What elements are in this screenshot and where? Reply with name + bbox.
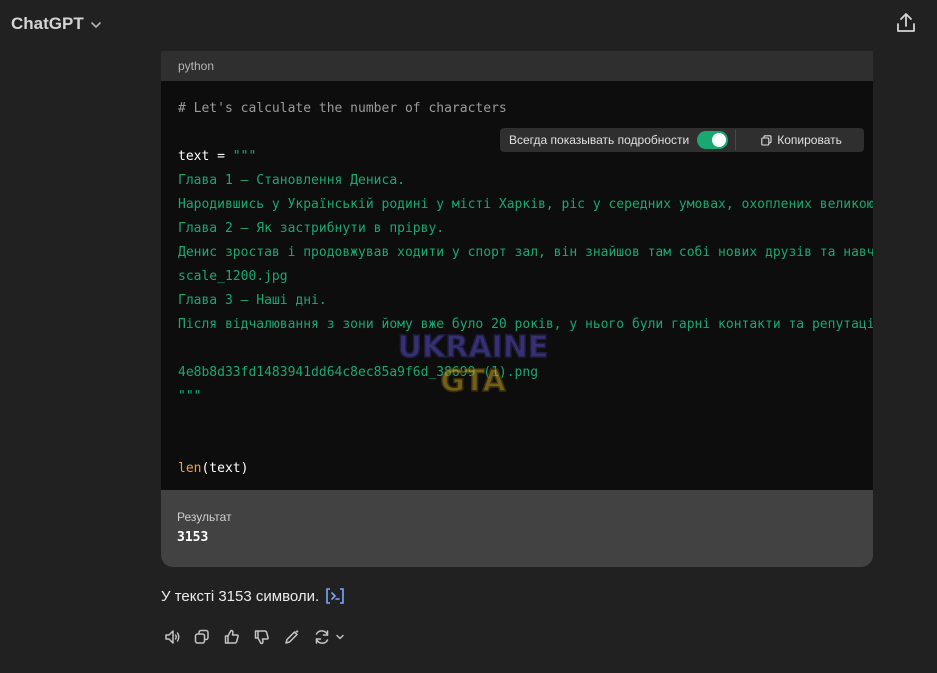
code-language-label: python <box>161 51 873 81</box>
speaker-icon <box>165 630 180 644</box>
copy-message-button[interactable] <box>191 626 213 648</box>
code-source-icon[interactable] <box>325 587 345 605</box>
code-line: Денис зростав і продовжував ходити у спо… <box>178 245 873 260</box>
thumbs-down-icon <box>254 630 269 645</box>
refresh-icon-wrap <box>311 626 333 648</box>
code-line: len(text) <box>178 461 249 476</box>
code-body: # Let's calculate the number of characte… <box>161 81 873 490</box>
code-overlay-toolbar: Всегда показывать подробности Копировать <box>500 128 864 152</box>
assistant-answer: У тексті 3153 символи. <box>161 587 345 605</box>
thumbs-up-button[interactable] <box>221 626 243 648</box>
code-block: python # Let's calculate the number of c… <box>161 51 873 567</box>
refresh-icon <box>315 630 329 644</box>
code-line: 4e8b8d33fd1483941dd64c8ec85a9f6d_38699 (… <box>178 365 539 380</box>
pencil-sparkle-icon <box>285 629 299 644</box>
copy-label: Копировать <box>777 133 842 147</box>
code-line: scale_1200.jpg <box>178 269 288 284</box>
copy-icon <box>761 134 772 146</box>
share-button[interactable] <box>895 11 917 35</box>
chevron-down-icon <box>90 22 101 28</box>
answer-text: У тексті 3153 символи. <box>161 587 320 605</box>
read-aloud-button[interactable] <box>161 626 183 648</box>
regenerate-button[interactable] <box>311 626 345 648</box>
code-lines: # Let's calculate the number of characte… <box>178 97 873 481</box>
edit-in-canvas-button[interactable] <box>281 626 303 648</box>
chevron-down-icon <box>336 634 344 640</box>
thumbs-down-button[interactable] <box>251 626 273 648</box>
result-value: 3153 <box>177 530 209 545</box>
copy-icon <box>194 629 209 644</box>
thumbs-up-icon <box>224 629 239 644</box>
code-line: Народившись у Українській родині у місті… <box>178 197 873 212</box>
code-line: Глава 3 – Наші дні. <box>178 293 327 308</box>
code-line: """ <box>178 389 202 404</box>
message-actions <box>161 626 345 648</box>
code-line: Глава 1 – Становлення Дениса. <box>178 173 405 188</box>
model-picker[interactable]: ChatGPT <box>11 12 102 36</box>
code-line: # Let's calculate the number of characte… <box>178 101 507 116</box>
result-section: Результат 3153 <box>161 490 873 567</box>
details-toggle-label: Всегда показывать подробности <box>509 133 690 147</box>
result-label: Результат <box>177 510 232 524</box>
details-toggle[interactable] <box>697 131 729 149</box>
code-line: Після відчалювання з зони йому вже було … <box>178 317 873 332</box>
code-line: Глава 2 – Як застрибнути в прірву. <box>178 221 445 236</box>
top-bar: ChatGPT <box>0 0 937 48</box>
toolbar-divider <box>735 130 737 150</box>
copy-button[interactable]: Копировать <box>761 133 842 147</box>
share-icon <box>897 13 915 32</box>
model-name: ChatGPT <box>11 14 84 33</box>
